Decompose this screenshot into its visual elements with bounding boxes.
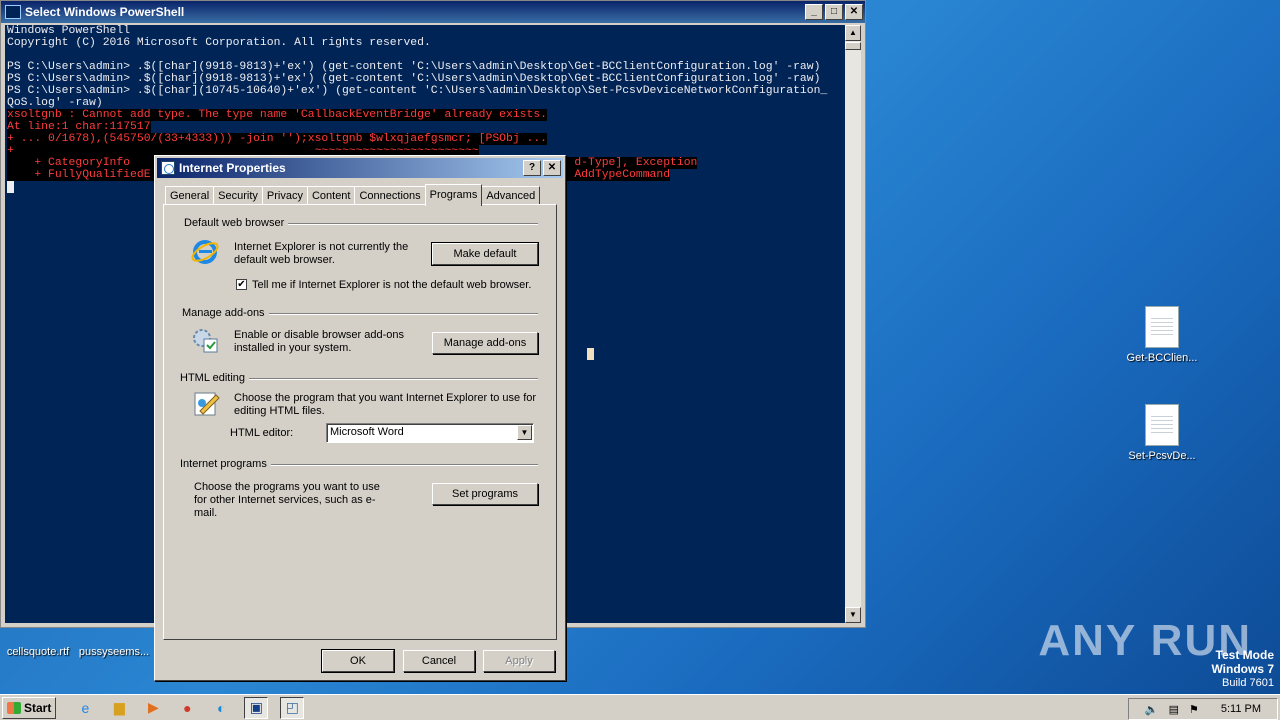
dialog-title: Internet Properties <box>179 161 286 175</box>
media-player-icon[interactable]: ▶ <box>142 698 164 718</box>
start-button[interactable]: Start <box>2 696 57 719</box>
powershell-title: Select Windows PowerShell <box>25 5 185 19</box>
dialog-close-button[interactable]: ✕ <box>543 160 561 176</box>
text-cursor <box>587 348 594 360</box>
manage-addons-button[interactable]: Manage add-ons <box>432 332 538 354</box>
html-editor-selected-value: Microsoft Word <box>330 426 404 438</box>
ok-button[interactable]: OK <box>321 649 395 673</box>
close-button[interactable]: ✕ <box>845 4 863 20</box>
chrome-icon[interactable]: ● <box>176 698 198 718</box>
make-default-button[interactable]: Make default <box>431 242 539 266</box>
programs-panel: Default web browser Internet Explorer is… <box>163 204 557 640</box>
tab-advanced[interactable]: Advanced <box>481 186 541 205</box>
internet-properties-dialog[interactable]: Internet Properties ? ✕ General Security… <box>154 155 566 681</box>
console-line: Copyright (C) 2016 Microsoft Corporation… <box>7 37 431 49</box>
desktop-icon-pussyseems[interactable]: pussyseems... <box>74 646 154 658</box>
tab-connections[interactable]: Connections <box>354 186 426 205</box>
desktop-icon-cellsquote[interactable]: cellsquote.rtf <box>0 646 76 658</box>
console-error-line: + ... 0/1678),(545750/(33+4333))) -join … <box>7 133 548 145</box>
desktop-icon-get-bcclient[interactable]: Get-BCClien... <box>1122 306 1202 364</box>
powershell-icon <box>5 5 21 19</box>
scroll-up-arrow[interactable]: ▲ <box>845 25 861 41</box>
powershell-titlebar[interactable]: Select Windows PowerShell _ □ ✕ <box>1 1 865 23</box>
folder-icon[interactable]: ▆ <box>108 698 130 718</box>
document-icon <box>1145 306 1179 348</box>
manage-addons-heading: Manage add-ons <box>182 307 269 319</box>
console-line: QoS.log' -raw) <box>7 97 103 109</box>
tab-general[interactable]: General <box>165 186 215 205</box>
tab-programs[interactable]: Programs <box>424 184 483 206</box>
default-browser-heading: Default web browser <box>184 217 289 229</box>
test-mode-line2: Windows 7 <box>1211 662 1274 676</box>
set-programs-button[interactable]: Set programs <box>432 483 538 505</box>
dialog-titlebar[interactable]: Internet Properties ? ✕ <box>157 158 563 178</box>
test-mode-line1: Test Mode <box>1215 648 1274 662</box>
tab-strip: General Security Privacy Content Connect… <box>165 184 541 206</box>
edge-icon[interactable]: ◐ <box>210 698 232 718</box>
desktop-icon-set-pcsvde[interactable]: Set-PcsvDe... <box>1122 404 1202 462</box>
console-line: PS C:\Users\admin> .$([char](10745-10640… <box>7 85 828 97</box>
desktop-icon-label: Set-PcsvDe... <box>1128 450 1196 462</box>
test-mode-line3: Build 7601 <box>1222 677 1274 689</box>
maximize-button[interactable]: □ <box>825 4 843 20</box>
powershell-taskbar-icon[interactable]: ▣ <box>244 696 269 719</box>
internet-explorer-icon <box>191 240 219 264</box>
html-editor-label: HTML editor: <box>230 427 294 439</box>
html-editing-heading: HTML editing <box>180 372 250 384</box>
desktop-icon-label: pussyseems... <box>78 646 150 658</box>
scroll-thumb[interactable] <box>845 42 861 50</box>
minimize-button[interactable]: _ <box>805 4 823 20</box>
scroll-down-arrow[interactable]: ▼ <box>845 607 861 623</box>
help-button[interactable]: ? <box>523 160 541 176</box>
internet-properties-taskbar-icon[interactable]: ◰ <box>280 696 305 719</box>
tab-content[interactable]: Content <box>306 186 356 205</box>
console-cursor <box>7 181 14 193</box>
desktop-icon-label: Get-BCClien... <box>1126 352 1198 364</box>
clock[interactable]: 5:11 PM <box>1221 703 1261 715</box>
html-editor-select[interactable]: Microsoft Word ▼ <box>326 423 534 443</box>
windows-logo-icon <box>7 701 21 714</box>
start-label: Start <box>24 700 52 715</box>
internet-explorer-taskbar-icon[interactable]: e <box>74 698 96 718</box>
manage-addons-text: Enable or disable browser add-ons instal… <box>234 329 404 354</box>
chevron-down-icon[interactable]: ▼ <box>517 425 532 440</box>
system-tray: 🔈 ▤ ⚑ 5:11 PM <box>1127 698 1278 720</box>
html-editing-text: Choose the program that you want Interne… <box>234 392 537 417</box>
tab-privacy[interactable]: Privacy <box>261 186 308 205</box>
default-browser-checkbox-label[interactable]: Tell me if Internet Explorer is not the … <box>252 279 531 292</box>
tab-security[interactable]: Security <box>213 186 263 205</box>
addons-gear-icon <box>193 329 218 353</box>
apply-button: Apply <box>483 650 555 672</box>
html-editor-icon <box>194 392 220 416</box>
document-icon <box>1145 404 1179 446</box>
desktop-icon-label: cellsquote.rtf <box>6 646 70 658</box>
default-browser-checkbox[interactable]: ✔ <box>236 279 247 290</box>
vertical-scrollbar[interactable]: ▲ ▼ <box>845 25 861 623</box>
console-error-line: At line:1 char:117517 <box>7 121 151 133</box>
network-icon[interactable]: ▤ <box>1169 703 1179 716</box>
taskbar: Start e ▆ ▶ ● ◐ ▣ ◰ 🔈 ▤ ⚑ 5:11 PM <box>0 694 1280 720</box>
internet-programs-text: Choose the programs you want to use for … <box>194 481 380 519</box>
console-line: Windows PowerShell <box>7 25 131 37</box>
action-center-flag-icon[interactable]: ⚑ <box>1189 703 1199 716</box>
internet-programs-heading: Internet programs <box>180 458 271 470</box>
console-error-line: xsoltgnb : Cannot add type. The type nam… <box>7 109 548 121</box>
console-line: PS C:\Users\admin> .$([char](9918-9813)+… <box>7 73 821 85</box>
test-mode-notice: Test Mode Windows 7 Build 7601 <box>1211 648 1274 690</box>
console-line: PS C:\Users\admin> .$([char](9918-9813)+… <box>7 61 821 73</box>
internet-options-icon <box>161 161 175 175</box>
default-browser-text: Internet Explorer is not currently the d… <box>234 241 409 266</box>
volume-icon[interactable]: 🔈 <box>1145 703 1159 716</box>
cancel-button[interactable]: Cancel <box>403 650 475 672</box>
